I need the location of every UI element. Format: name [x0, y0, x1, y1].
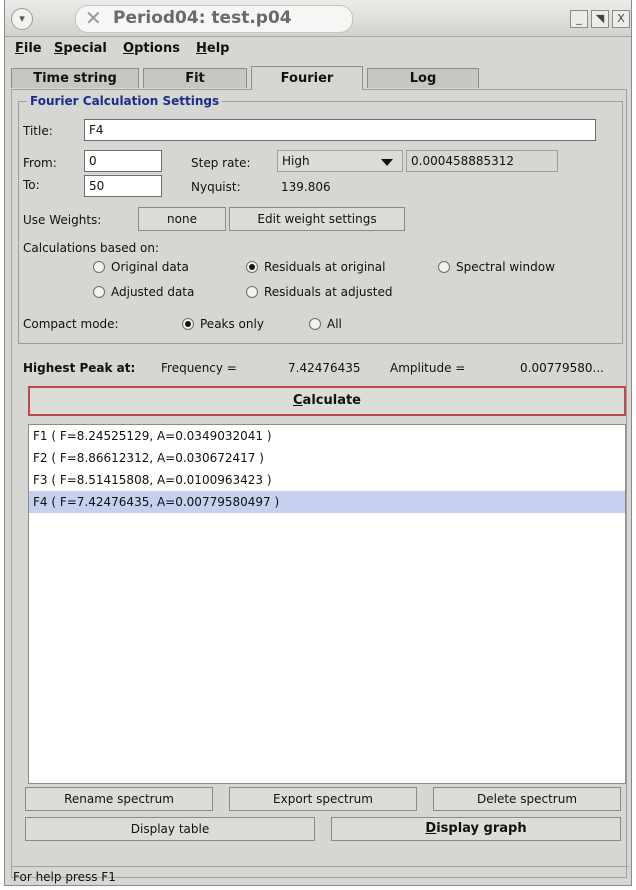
close-button[interactable]: X: [612, 10, 630, 28]
menu-special[interactable]: Special: [54, 41, 107, 56]
display-table-button[interactable]: Display table: [25, 817, 315, 841]
radio-spectral-window[interactable]: [438, 261, 450, 273]
export-spectrum-button[interactable]: Export spectrum: [229, 787, 417, 811]
window-title: Period04: test.p04: [113, 8, 292, 28]
radio-original-label: Original data: [111, 260, 189, 274]
radio-residuals-adjusted-label: Residuals at adjusted: [264, 285, 393, 299]
amplitude-label: Amplitude =: [390, 361, 466, 375]
maximize-button[interactable]: ◥: [591, 10, 609, 28]
edit-weight-settings-button[interactable]: Edit weight settings: [229, 207, 405, 231]
list-item-selected[interactable]: F4 ( F=7.42476435, A=0.00779580497 ): [29, 491, 625, 513]
radio-all-label: All: [327, 317, 342, 331]
window-menu-button[interactable]: ▾: [11, 8, 33, 30]
close-icon: X: [617, 12, 625, 25]
tab-fourier[interactable]: Fourier: [251, 66, 363, 90]
highest-peak-label: Highest Peak at:: [23, 361, 136, 375]
spectrum-list[interactable]: F1 ( F=8.24525129, A=0.0349032041 ) F2 (…: [28, 424, 626, 784]
menu-bar: File Special Options Help: [5, 38, 631, 60]
step-value-field: 0.000458885312: [406, 150, 558, 172]
menu-options[interactable]: Options: [123, 41, 180, 56]
list-item[interactable]: F2 ( F=8.86612312, A=0.030672417 ): [29, 447, 625, 469]
rename-spectrum-button[interactable]: Rename spectrum: [25, 787, 213, 811]
amplitude-value: 0.00779580...: [520, 361, 604, 375]
x-logo-icon: ✕: [85, 6, 102, 30]
menu-file[interactable]: File: [15, 41, 42, 56]
frequency-label: Frequency =: [161, 361, 237, 375]
radio-adjusted-data[interactable]: [93, 286, 105, 298]
to-field[interactable]: 50: [84, 175, 162, 197]
radio-original-data[interactable]: [93, 261, 105, 273]
app-window: ▾ ✕ Period04: test.p04 _ ◥ X File Specia…: [4, 0, 632, 886]
to-label: To:: [23, 178, 40, 192]
maximize-icon: ◥: [595, 12, 605, 25]
delete-spectrum-button[interactable]: Delete spectrum: [433, 787, 621, 811]
chevron-down-icon: [381, 159, 393, 166]
from-field[interactable]: 0: [84, 150, 162, 172]
list-item[interactable]: F1 ( F=8.24525129, A=0.0349032041 ): [29, 425, 625, 447]
nyquist-value: 139.806: [281, 180, 331, 194]
calc-based-label: Calculations based on:: [23, 241, 160, 255]
group-title: Fourier Calculation Settings: [27, 94, 223, 108]
weights-button[interactable]: none: [138, 207, 226, 231]
title-label: Title:: [23, 124, 53, 138]
radio-spectral-label: Spectral window: [456, 260, 555, 274]
menu-help[interactable]: Help: [196, 41, 229, 56]
radio-residuals-adjusted[interactable]: [246, 286, 258, 298]
title-field[interactable]: F4: [84, 119, 596, 141]
radio-adjusted-label: Adjusted data: [111, 285, 195, 299]
radio-peaks-label: Peaks only: [200, 317, 264, 331]
step-rate-label: Step rate:: [191, 156, 251, 170]
from-label: From:: [23, 156, 57, 170]
tab-time-string[interactable]: Time string: [11, 68, 139, 88]
calculate-button[interactable]: Calculate: [28, 386, 626, 416]
radio-residuals-original[interactable]: [246, 261, 258, 273]
title-bar: ▾ ✕ Period04: test.p04 _ ◥ X: [5, 0, 631, 37]
use-weights-label: Use Weights:: [23, 213, 102, 227]
compact-mode-label: Compact mode:: [23, 317, 119, 331]
tab-fit[interactable]: Fit: [143, 68, 247, 88]
radio-all[interactable]: [309, 318, 321, 330]
radio-residuals-original-label: Residuals at original: [264, 260, 386, 274]
radio-peaks-only[interactable]: [182, 318, 194, 330]
tab-log[interactable]: Log: [367, 68, 479, 88]
step-rate-value: High: [282, 154, 310, 168]
chevron-down-icon: ▾: [19, 12, 25, 25]
frequency-value: 7.42476435: [288, 361, 361, 375]
minimize-button[interactable]: _: [570, 10, 588, 28]
status-bar: For help press F1: [11, 866, 629, 887]
display-graph-button[interactable]: Display graph: [331, 817, 621, 841]
minimize-icon: _: [576, 12, 582, 25]
list-item[interactable]: F3 ( F=8.51415808, A=0.0100963423 ): [29, 469, 625, 491]
nyquist-label: Nyquist:: [191, 180, 241, 194]
